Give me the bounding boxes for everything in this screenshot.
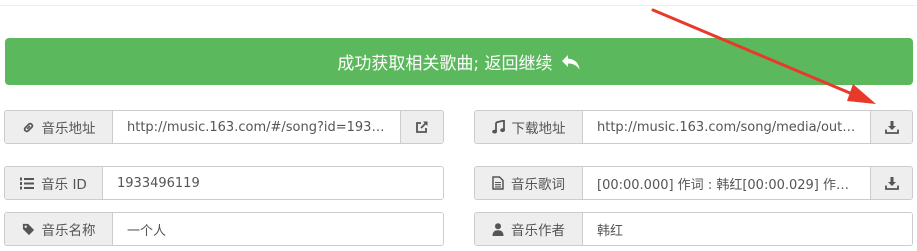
download-url-value: http://music.163.com/song/media/outer... [597, 119, 856, 135]
lyrics-value: [00:00.000] 作词 : 韩红[00:00.029] 作曲 : ... [597, 177, 856, 193]
download-url-label-text: 下载地址 [511, 121, 566, 137]
lyrics-label-text: 音乐歌词 [511, 177, 565, 193]
top-divider [0, 5, 917, 6]
user-icon [492, 222, 511, 236]
artist-label-text: 音乐作者 [511, 223, 565, 239]
music-id-value: 1933496119 [117, 175, 200, 191]
artist-value: 韩红 [597, 223, 624, 239]
music-id-field[interactable]: 1933496119 [103, 167, 443, 199]
artist-group: 音乐作者 韩红 [474, 212, 913, 246]
music-id-label: 音乐 ID [5, 167, 103, 199]
file-text-icon [492, 176, 511, 190]
download-url-label: 下载地址 [475, 111, 583, 143]
music-id-group: 音乐 ID 1933496119 [4, 166, 444, 200]
link-icon [22, 121, 42, 134]
external-link-icon [415, 120, 429, 134]
music-name-label: 音乐名称 [5, 213, 113, 245]
music-id-label-text: 音乐 ID [41, 177, 87, 193]
lyrics-download-button[interactable] [870, 167, 912, 199]
music-url-value: http://music.163.com/#/song?id=19334... [127, 119, 386, 135]
music-url-label-text: 音乐地址 [41, 121, 96, 137]
tag-icon [22, 223, 42, 236]
download-url-group: 下载地址 http://music.163.com/song/media/out… [474, 110, 913, 144]
music-name-label-text: 音乐名称 [41, 223, 96, 239]
music-url-field[interactable]: http://music.163.com/#/song?id=19334... [113, 111, 400, 143]
open-url-button[interactable] [400, 111, 443, 143]
artist-label: 音乐作者 [475, 213, 583, 245]
music-name-group: 音乐名称 一个人 [4, 212, 444, 246]
lyrics-label: 音乐歌词 [475, 167, 583, 199]
lyrics-field[interactable]: [00:00.000] 作词 : 韩红[00:00.029] 作曲 : ... [583, 167, 870, 199]
music-url-group: 音乐地址 http://music.163.com/#/song?id=1933… [4, 110, 444, 144]
music-name-value: 一个人 [127, 223, 167, 239]
success-banner[interactable]: 成功获取相关歌曲; 返回继续 [5, 38, 913, 85]
music-note-icon [491, 120, 512, 134]
reply-icon[interactable] [561, 54, 581, 70]
download-url-field[interactable]: http://music.163.com/song/media/outer... [583, 111, 870, 143]
music-url-label: 音乐地址 [5, 111, 113, 143]
banner-text: 成功获取相关歌曲; 返回继续 [337, 54, 553, 74]
download-button[interactable] [870, 111, 912, 143]
music-name-field[interactable]: 一个人 [113, 213, 443, 245]
download-icon [884, 176, 899, 190]
lyrics-group: 音乐歌词 [00:00.000] 作词 : 韩红[00:00.029] 作曲 :… [474, 166, 913, 200]
list-ol-icon [20, 177, 41, 190]
artist-field[interactable]: 韩红 [583, 213, 912, 245]
download-icon [884, 120, 899, 134]
